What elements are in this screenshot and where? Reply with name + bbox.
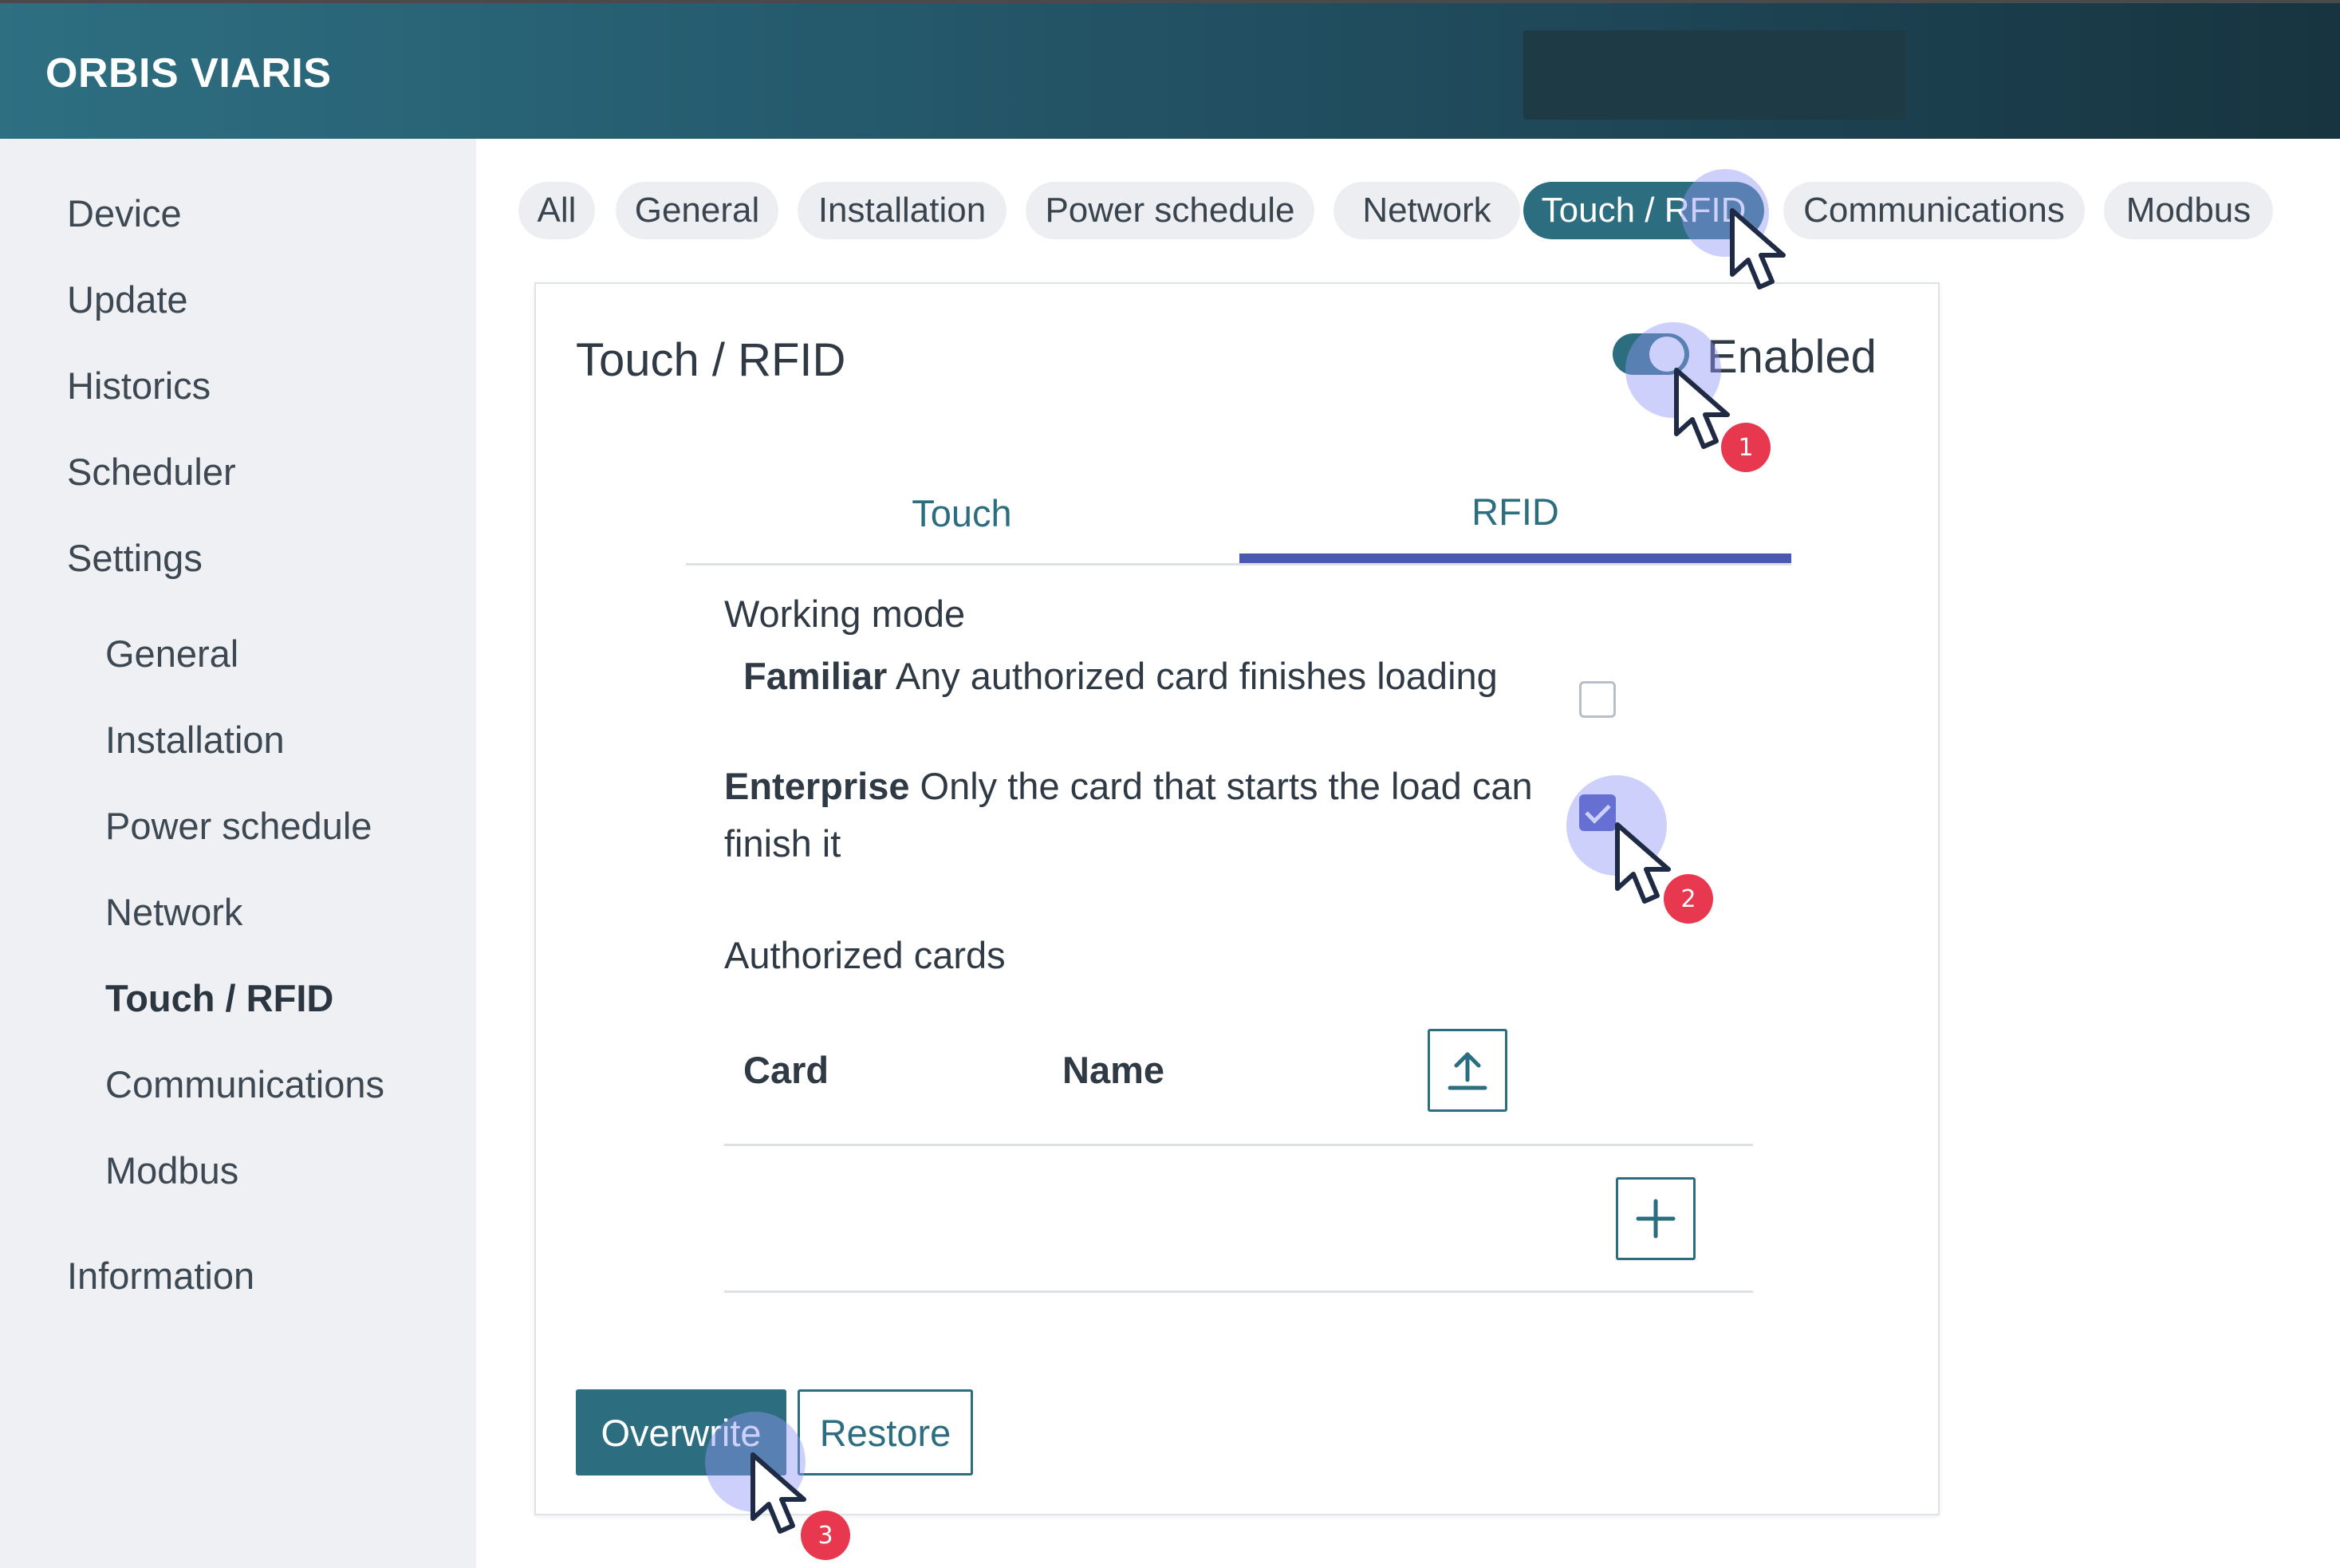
sidebar-subitem-communications[interactable]: Communications bbox=[105, 1062, 384, 1106]
sidebar-item-device[interactable]: Device bbox=[67, 191, 182, 235]
working-mode-label: Working mode bbox=[724, 593, 966, 635]
sidebar-subitem-power-schedule[interactable]: Power schedule bbox=[105, 804, 372, 848]
sidebar-item-scheduler[interactable]: Scheduler bbox=[67, 450, 236, 494]
column-header-name: Name bbox=[1062, 1049, 1165, 1091]
sidebar-subitem-touch-rfid[interactable]: Touch / RFID bbox=[105, 976, 333, 1020]
familiar-checkbox[interactable] bbox=[1579, 681, 1616, 718]
table-footer-divider bbox=[724, 1290, 1753, 1293]
sidebar-item-information[interactable]: Information bbox=[67, 1254, 254, 1298]
tab-touch[interactable]: Touch bbox=[686, 491, 1238, 535]
panel-title: Touch / RFID bbox=[576, 334, 846, 386]
redacted-area bbox=[1523, 30, 1906, 120]
step-badge-3: 3 bbox=[801, 1511, 850, 1560]
sidebar-item-settings[interactable]: Settings bbox=[67, 536, 203, 580]
active-tab-indicator bbox=[1239, 554, 1791, 563]
filter-general[interactable]: General bbox=[616, 182, 778, 239]
upload-button[interactable] bbox=[1428, 1029, 1507, 1112]
filter-communications[interactable]: Communications bbox=[1783, 182, 2085, 239]
sidebar-subitem-modbus[interactable]: Modbus bbox=[105, 1148, 238, 1192]
filter-installation[interactable]: Installation bbox=[798, 182, 1007, 239]
option-familiar-name: Familiar bbox=[743, 655, 888, 697]
sidebar-subitem-network[interactable]: Network bbox=[105, 890, 242, 934]
option-enterprise-label: Enterprise Only the card that starts the… bbox=[724, 758, 1570, 873]
table-header-divider bbox=[724, 1144, 1753, 1146]
sidebar-item-historics[interactable]: Historics bbox=[67, 364, 211, 408]
plus-icon bbox=[1636, 1199, 1676, 1239]
sidebar-subitem-general[interactable]: General bbox=[105, 632, 238, 676]
pointer-cursor-icon bbox=[1730, 208, 1786, 290]
sidebar-item-update[interactable]: Update bbox=[67, 278, 188, 321]
restore-button[interactable]: Restore bbox=[798, 1389, 973, 1475]
step-badge-1: 1 bbox=[1721, 423, 1771, 472]
tab-rfid[interactable]: RFID bbox=[1239, 490, 1791, 534]
upload-icon bbox=[1448, 1052, 1487, 1090]
step-badge-2: 2 bbox=[1664, 874, 1713, 924]
touch-rfid-panel: Touch / RFID Enabled Touch RFID Working … bbox=[534, 282, 1940, 1515]
filter-all[interactable]: All bbox=[518, 182, 595, 239]
option-familiar-label: Familiar Any authorized card finishes lo… bbox=[743, 648, 1498, 705]
authorized-cards-label: Authorized cards bbox=[724, 934, 1006, 976]
add-card-button[interactable] bbox=[1616, 1177, 1696, 1260]
filter-modbus[interactable]: Modbus bbox=[2104, 182, 2273, 239]
filter-network[interactable]: Network bbox=[1333, 182, 1520, 239]
column-header-card: Card bbox=[743, 1049, 829, 1091]
option-familiar-description: Any authorized card finishes loading bbox=[895, 655, 1498, 697]
option-enterprise-name: Enterprise bbox=[724, 765, 910, 807]
brand-logo[interactable]: ORBIS VIARIS bbox=[45, 49, 332, 97]
top-bar: ORBIS VIARIS bbox=[0, 0, 2340, 139]
filter-power-schedule[interactable]: Power schedule bbox=[1026, 182, 1314, 239]
sidebar: Device Update Historics Scheduler Settin… bbox=[0, 139, 476, 1568]
tabs-divider bbox=[686, 563, 1791, 565]
sidebar-subitem-installation[interactable]: Installation bbox=[105, 718, 285, 762]
